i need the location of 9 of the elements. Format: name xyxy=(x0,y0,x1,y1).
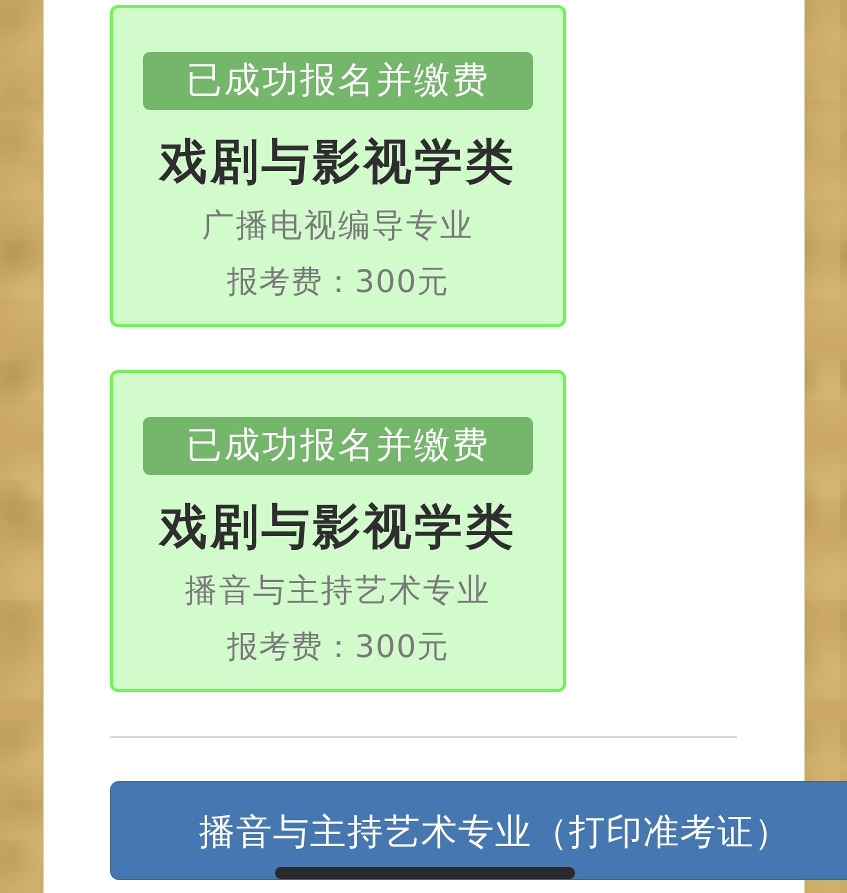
major-name: 播音与主持艺术专业 xyxy=(185,570,491,611)
status-badge: 已成功报名并缴费 xyxy=(143,52,533,110)
status-badge: 已成功报名并缴费 xyxy=(143,417,533,475)
category-title: 戏剧与影视学类 xyxy=(160,498,516,557)
major-name: 广播电视编导专业 xyxy=(202,205,474,246)
fee-text: 报考费：300元 xyxy=(226,628,450,667)
category-title: 戏剧与影视学类 xyxy=(160,133,516,192)
fee-text: 报考费：300元 xyxy=(226,263,450,302)
print-admission-ticket-button[interactable]: 播音与主持艺术专业（打印准考证） xyxy=(110,781,847,880)
